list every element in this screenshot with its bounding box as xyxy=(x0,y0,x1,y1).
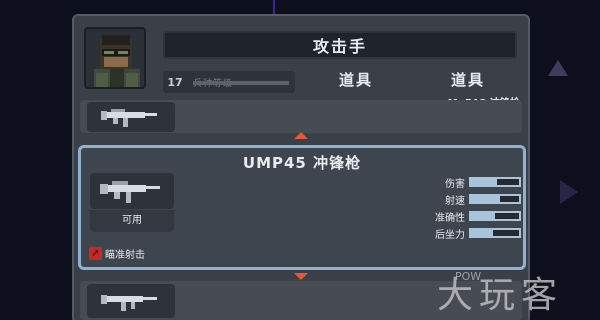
class-title: 攻击手 xyxy=(163,31,517,59)
stat-bar xyxy=(469,194,521,204)
tab-item-2[interactable]: 道具 xyxy=(418,65,518,93)
skill-label: 瞄准射击 xyxy=(105,250,145,261)
background-triangle xyxy=(548,60,568,76)
weapon-name: UMP45 冲锋枪 xyxy=(242,154,362,172)
tab-item-1[interactable]: 道具 xyxy=(306,65,406,93)
stat-bar xyxy=(469,177,521,187)
stat-bar-fill xyxy=(471,196,500,202)
weapon-slot xyxy=(87,102,175,132)
smg-icon xyxy=(101,109,157,127)
stat-label: 伤害 xyxy=(445,178,465,190)
stat-bar-fill xyxy=(471,230,493,236)
weapon-slot xyxy=(90,173,174,209)
stat-damage: 伤害 xyxy=(411,175,521,190)
weapon-row-previous[interactable] xyxy=(80,100,522,133)
stat-recoil: 后坐力 xyxy=(411,226,521,241)
weapon-slot xyxy=(87,284,175,318)
weapon-skill: ➚ 瞄准射击 xyxy=(89,246,145,261)
stat-bar-fill xyxy=(471,213,495,219)
site-watermark: 大玩客 xyxy=(437,275,564,316)
weapon-status: 可用 xyxy=(90,210,174,232)
scroll-up-arrow-icon[interactable] xyxy=(294,132,308,139)
stat-label: 射速 xyxy=(445,195,465,207)
level-number: 17 xyxy=(167,75,183,89)
stat-accuracy: 准确性 xyxy=(411,209,521,224)
stat-bar xyxy=(469,211,521,221)
selected-weapon-card[interactable]: UMP45 冲锋枪 可用 ➚ 瞄准射击 伤害 射速 准确性 后坐力 xyxy=(78,145,526,270)
stat-bar xyxy=(469,228,521,238)
crosshair-arrow-icon: ➚ xyxy=(89,247,102,260)
stat-bar-fill xyxy=(471,179,498,185)
soldier-portrait xyxy=(84,27,146,89)
stat-label: 后坐力 xyxy=(435,229,465,241)
background-triangle xyxy=(560,180,578,204)
background-streak xyxy=(273,0,275,14)
smg-icon xyxy=(101,295,157,311)
smg-icon xyxy=(100,181,160,203)
stat-fire-rate: 射速 xyxy=(411,192,521,207)
level-progress-bar xyxy=(193,81,289,85)
rank-level: 17 兵种等级 xyxy=(163,71,295,93)
scroll-down-arrow-icon[interactable] xyxy=(294,273,308,280)
stat-label: 准确性 xyxy=(435,212,465,224)
